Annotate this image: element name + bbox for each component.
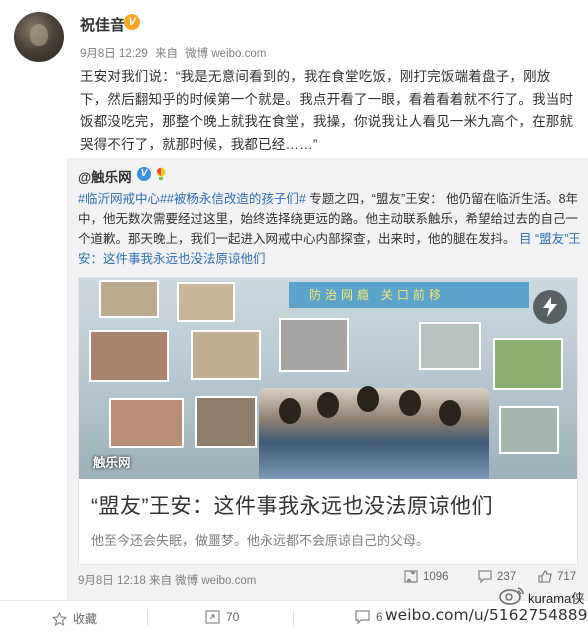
source-prefix: 来自 — [148, 575, 172, 587]
head-shape — [317, 392, 339, 418]
favorite-label: 收藏 — [73, 612, 98, 626]
image-watermark: 触乐网 — [93, 456, 131, 470]
avatar[interactable] — [14, 12, 64, 62]
poster-photo — [109, 398, 184, 448]
comment-count: 6 — [376, 610, 383, 624]
hashtag[interactable]: #临沂网戒中心# — [78, 192, 167, 206]
source-prefix: 来自 — [154, 48, 178, 60]
post-source[interactable]: 微博 weibo.com — [185, 48, 266, 60]
weibo-logo-icon — [499, 587, 524, 605]
repost-button[interactable]: 70 — [205, 610, 239, 624]
divider — [147, 610, 148, 626]
poster-photo — [493, 338, 563, 390]
verified-icon: V — [137, 167, 151, 181]
poster-photo — [89, 330, 169, 382]
repost-source[interactable]: 微博 weibo.com — [175, 575, 256, 587]
repost-text: #临沂网戒中心##被杨永信改造的孩子们# 专题之四，“盟友”王安： 他仍留在临沂… — [78, 189, 583, 269]
image-banner-text: 防治网瘾 关口前移 — [309, 288, 445, 302]
repost-meta: 9月8日 12:18 来自 微博 weibo.com — [78, 572, 256, 588]
watermark-name: kurama侠 — [528, 591, 585, 606]
post-time[interactable]: 9月8日 12:29 — [80, 48, 148, 60]
repost-author[interactable]: @触乐网 — [78, 166, 132, 186]
poster-photo — [499, 406, 559, 454]
like-icon — [538, 570, 552, 583]
username[interactable]: 祝佳音 — [80, 14, 125, 35]
repost-icon — [404, 570, 418, 583]
repost-like-count: 717 — [557, 571, 577, 583]
comment-button[interactable]: 6 — [355, 610, 383, 625]
comment-icon — [478, 570, 492, 584]
repost-comment-button[interactable]: 237 — [478, 570, 517, 584]
repost-count: 70 — [226, 610, 240, 624]
poster-photo — [99, 280, 159, 318]
post-meta: 9月8日 12:29 来自 微博 weibo.com — [80, 45, 270, 61]
repost-comment-count: 237 — [497, 571, 517, 583]
repost-share-count: 1096 — [423, 571, 449, 583]
hashtag[interactable]: #被杨永信改造的孩子们# — [167, 192, 306, 206]
poster-photo — [279, 318, 349, 372]
poster-photo — [419, 322, 481, 370]
poster-photo — [191, 330, 261, 380]
watermark-url: weibo.com/u/5162754889 — [385, 606, 588, 624]
head-shape — [357, 386, 379, 412]
article-image[interactable]: 防治网瘾 关口前移 触乐网 — [79, 278, 577, 479]
repost-like-button[interactable]: 717 — [538, 570, 576, 583]
article-card[interactable]: 防治网瘾 关口前移 触乐网 “盟友”王安：这件事我永远也没法原谅他们 他至今还会… — [78, 277, 578, 565]
verified-icon: V — [124, 14, 140, 30]
article-description: 他至今还会失眠，做噩梦。他永远都不会原谅自己的父母。 — [91, 533, 430, 548]
bulb-icon — [156, 167, 166, 180]
poster-photo — [177, 282, 235, 322]
repost-time[interactable]: 9月8日 12:18 — [78, 575, 146, 587]
repost-icon — [205, 610, 220, 624]
flash-icon[interactable] — [533, 290, 567, 324]
post-text: 王安对我们说：“我是无意间看到的，我在食堂吃饭，刚打完饭端着盘子，刚放下，然后翻… — [80, 69, 574, 152]
head-shape — [279, 398, 301, 424]
poster-photo — [195, 396, 257, 448]
comment-icon — [355, 610, 370, 625]
divider — [293, 610, 294, 626]
head-shape — [439, 400, 461, 426]
repost-block: @触乐网 V #临沂网戒中心##被杨永信改造的孩子们# 专题之四，“盟友”王安：… — [67, 158, 588, 600]
star-icon — [51, 611, 68, 627]
repost-share-button[interactable]: 1096 — [404, 570, 449, 583]
link-icon[interactable]: 目 — [519, 232, 532, 246]
head-shape — [399, 390, 421, 416]
favorite-button[interactable]: 收藏 — [51, 610, 98, 627]
article-title[interactable]: “盟友”王安：这件事我永远也没法原谅他们 — [91, 490, 493, 520]
